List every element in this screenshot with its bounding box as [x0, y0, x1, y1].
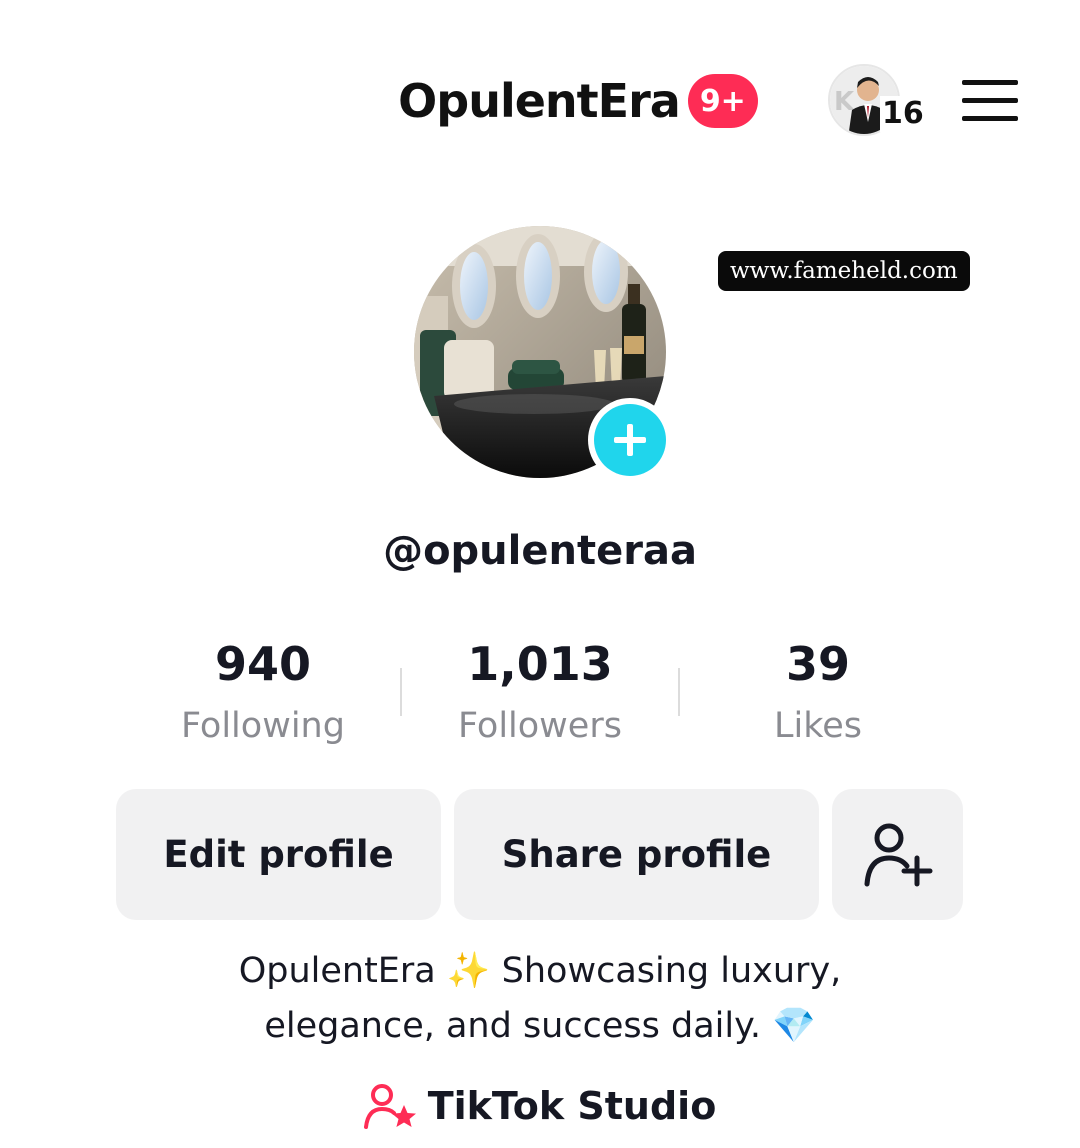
- bio-text: elegance, and success daily.: [264, 1006, 761, 1046]
- stat-label: Following: [181, 706, 345, 746]
- sparkles-icon: ✨: [446, 951, 491, 991]
- stat-value: 39: [785, 637, 850, 691]
- creator-star-icon: [363, 1084, 416, 1129]
- stat-label: Followers: [458, 706, 622, 746]
- gem-icon: 💎: [772, 1006, 816, 1046]
- plus-icon: [614, 424, 646, 456]
- profile-bio: OpulentEra ✨ Showcasing luxury, elegance…: [0, 944, 1080, 1054]
- menu-button[interactable]: [958, 76, 1020, 124]
- add-friend-icon: [864, 823, 932, 886]
- tiktok-studio-label: TikTok Studio: [427, 1084, 717, 1128]
- bio-text: OpulentEra: [238, 951, 436, 991]
- add-avatar-button[interactable]: [588, 398, 672, 482]
- edit-profile-button[interactable]: Edit profile: [116, 789, 441, 920]
- stat-followers[interactable]: 1,013 Followers: [390, 636, 690, 752]
- bio-line-1: OpulentEra ✨ Showcasing luxury,: [0, 944, 1080, 999]
- share-profile-button[interactable]: Share profile: [454, 789, 819, 920]
- profile-handle: @opulenteraa: [383, 528, 697, 574]
- stat-following[interactable]: 940 Following: [113, 636, 413, 752]
- stat-value: 1,013: [467, 637, 613, 691]
- watermark-label: www.fameheld.com: [718, 251, 970, 291]
- profile-name-title[interactable]: OpulentEra: [398, 74, 681, 128]
- notification-badge[interactable]: 9+: [687, 74, 758, 128]
- add-friend-button[interactable]: [832, 789, 963, 920]
- story-count: 16: [880, 96, 926, 132]
- stat-value: 940: [214, 637, 312, 691]
- tiktok-studio-link[interactable]: TikTok Studio: [0, 1076, 1080, 1136]
- bio-line-2: elegance, and success daily. 💎: [0, 999, 1080, 1054]
- stat-label: Likes: [773, 706, 862, 746]
- stat-likes[interactable]: 39 Likes: [668, 636, 968, 752]
- bio-text: Showcasing luxury,: [501, 951, 842, 991]
